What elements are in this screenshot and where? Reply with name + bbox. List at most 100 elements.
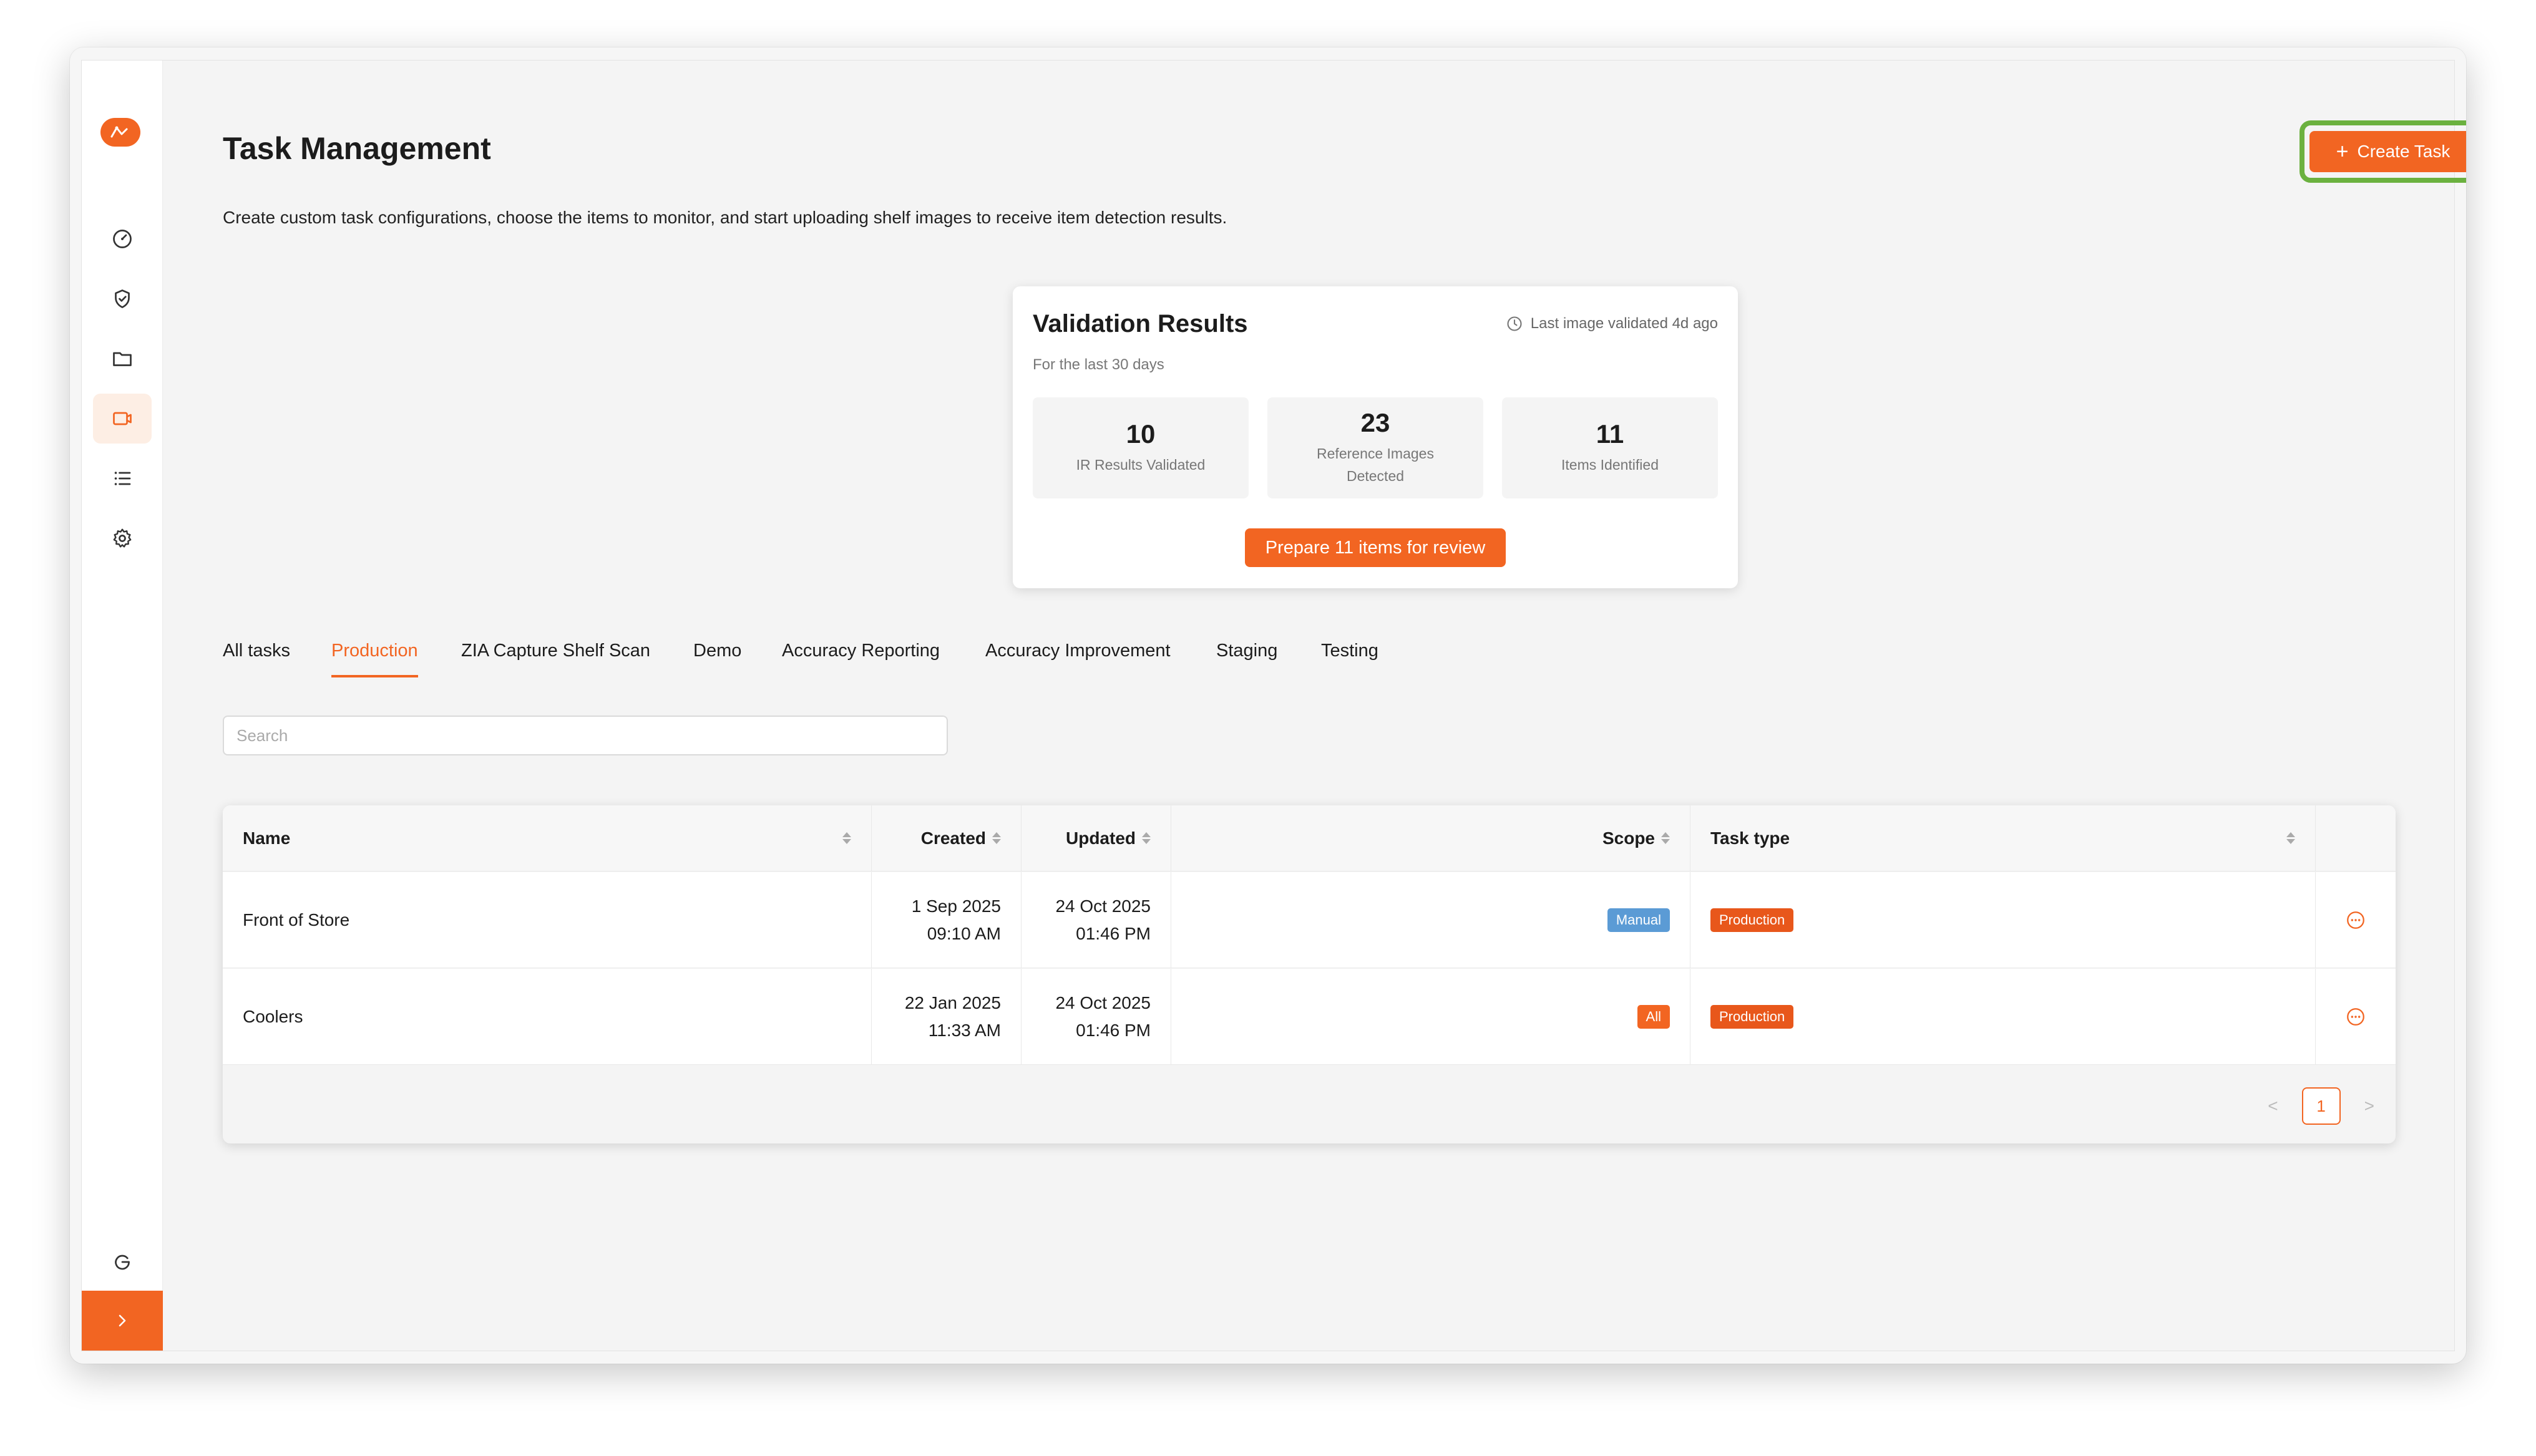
sidebar-item-validation[interactable] (93, 274, 152, 324)
validation-subtitle: For the last 30 days (1033, 356, 1164, 373)
app-frame: Task Management Create custom task confi… (81, 60, 2466, 1351)
stat-label: Items Identified (1561, 457, 1659, 473)
cell-task-type: Production (1690, 872, 2316, 968)
sidebar-item-files[interactable] (93, 334, 152, 384)
tab-zia-capture[interactable]: ZIA Capture Shelf Scan (461, 641, 650, 675)
cell-actions (2316, 969, 2396, 1064)
prev-page-button[interactable]: < (2268, 1096, 2278, 1116)
tab-all-tasks[interactable]: All tasks (223, 641, 290, 675)
column-label: Updated (1066, 828, 1136, 848)
tab-production[interactable]: Production (331, 641, 418, 677)
list-icon (114, 472, 131, 485)
stat-value: 11 (1596, 419, 1624, 449)
create-task-button[interactable]: + Create Task (2309, 131, 2466, 172)
sidebar-item-settings[interactable] (93, 513, 152, 563)
scope-badge: All (1637, 1004, 1670, 1029)
column-label: Scope (1602, 828, 1655, 848)
sidebar-item-tasks[interactable] (93, 394, 152, 444)
table-row[interactable]: Coolers 22 Jan 2025 11:33 AM 24 Oct 2025 0… (223, 969, 2396, 1065)
sort-icon[interactable] (1142, 832, 1151, 844)
column-header-updated[interactable]: Updated (1022, 805, 1171, 871)
sidebar-item-dashboard[interactable] (93, 214, 152, 264)
tab-demo[interactable]: Demo (693, 641, 741, 675)
create-task-label: Create Task (2357, 142, 2451, 161)
clock-icon (1507, 316, 1522, 331)
validation-results-card: Validation Results For the last 30 days … (1013, 286, 1738, 588)
updated-time: 01:46 PM (1076, 1020, 1151, 1040)
scope-badge: Manual (1607, 908, 1670, 932)
cell-updated: 24 Oct 2025 01:46 PM (1022, 872, 1171, 968)
pagination: < 1 > (2268, 1087, 2374, 1125)
cell-scope: Manual (1171, 872, 1690, 968)
sort-icon[interactable] (1661, 832, 1670, 844)
stat-value: 23 (1360, 408, 1390, 438)
sort-icon[interactable] (992, 832, 1001, 844)
cell-scope: All (1171, 969, 1690, 1064)
app-logo[interactable] (100, 118, 140, 147)
more-options-icon[interactable] (2345, 910, 2366, 931)
next-page-button[interactable]: > (2364, 1096, 2374, 1116)
cell-created: 1 Sep 2025 09:10 AM (872, 872, 1022, 968)
tab-testing[interactable]: Testing (1321, 641, 1378, 675)
sidebar-item-list[interactable] (93, 454, 152, 503)
stat-reference-images: 23 Reference Images Detected (1267, 397, 1483, 498)
cell-task-type: Production (1690, 969, 2316, 1064)
folder-icon (113, 352, 132, 366)
tab-accuracy-reporting[interactable]: Accuracy Reporting (782, 641, 940, 675)
page-description: Create custom task configurations, choos… (223, 208, 1227, 227)
sort-icon[interactable] (2286, 832, 2295, 844)
tasks-table: Name Created Updated Scope Task type Fro… (223, 805, 2396, 1143)
column-header-name[interactable]: Name (223, 805, 872, 871)
updated-time: 01:46 PM (1076, 923, 1151, 943)
task-type-badge: Production (1710, 908, 1794, 932)
column-header-actions (2316, 805, 2396, 871)
created-time: 11:33 AM (928, 1020, 1001, 1040)
column-header-scope[interactable]: Scope (1171, 805, 1690, 871)
sidebar (82, 61, 163, 1351)
stat-label: Reference Images Detected (1317, 445, 1434, 484)
column-label: Name (243, 828, 291, 848)
stat-ir-results: 10 IR Results Validated (1033, 397, 1249, 498)
table-header: Name Created Updated Scope Task type (223, 805, 2396, 871)
cell-actions (2316, 872, 2396, 968)
sort-icon[interactable] (842, 832, 851, 844)
tab-staging[interactable]: Staging (1216, 641, 1277, 675)
column-label: Task type (1710, 828, 1790, 848)
sidebar-item-logout[interactable] (93, 1237, 152, 1287)
task-type-badge: Production (1710, 1004, 1794, 1029)
prepare-review-button[interactable]: Prepare 11 items for review (1245, 528, 1506, 567)
column-label: Created (920, 828, 986, 848)
plus-icon: + (2336, 140, 2349, 163)
created-date: 22 Jan 2025 (904, 993, 1001, 1013)
tab-accuracy-improvement[interactable]: Accuracy Improvement (985, 641, 1171, 675)
tasks-icon (113, 412, 132, 425)
stat-label: IR Results Validated (1076, 457, 1206, 473)
search-input[interactable] (223, 716, 948, 755)
column-header-task-type[interactable]: Task type (1690, 805, 2316, 871)
column-header-created[interactable]: Created (872, 805, 1022, 871)
main-content: Task Management Create custom task confi… (163, 61, 2466, 1351)
shield-check-icon (115, 289, 130, 308)
settings-icon (113, 528, 132, 548)
page-title: Task Management (223, 131, 491, 166)
last-validated: Last image validated 4d ago (1506, 315, 1718, 332)
created-time: 09:10 AM (927, 923, 1001, 943)
app-window: Task Management Create custom task confi… (70, 47, 2466, 1364)
page-number-button[interactable]: 1 (2301, 1087, 2341, 1125)
created-date: 1 Sep 2025 (911, 896, 1001, 916)
cell-created: 22 Jan 2025 11:33 AM (872, 969, 1022, 1064)
validation-title: Validation Results (1033, 310, 1248, 337)
logo-icon (110, 126, 128, 138)
stat-items-identified: 11 Items Identified (1502, 397, 1718, 498)
dashboard-icon (113, 230, 132, 248)
sidebar-expand-button[interactable] (82, 1291, 163, 1351)
updated-date: 24 Oct 2025 (1055, 896, 1151, 916)
create-task-highlight: + Create Task (2299, 120, 2466, 183)
cell-name: Front of Store (223, 872, 872, 968)
more-options-icon[interactable] (2345, 1006, 2366, 1027)
table-row[interactable]: Front of Store 1 Sep 2025 09:10 AM 24 Oct… (223, 872, 2396, 968)
cell-updated: 24 Oct 2025 01:46 PM (1022, 969, 1171, 1064)
chevron-right-icon (119, 1314, 126, 1327)
logout-icon (115, 1255, 130, 1270)
last-validated-text: Last image validated 4d ago (1530, 315, 1718, 332)
